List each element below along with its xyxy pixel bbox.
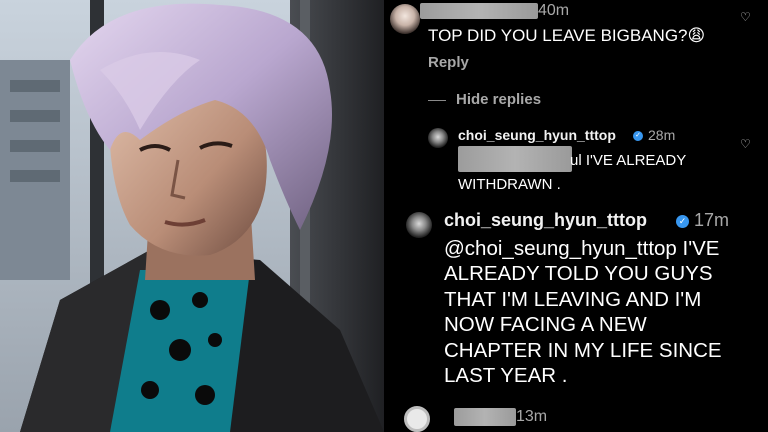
reply-text-line: ul I'VE ALREADY — [570, 152, 687, 169]
redacted-username — [420, 3, 538, 19]
verified-badge-icon: ✓ — [633, 131, 643, 141]
verified-badge-icon: ✓ — [676, 215, 689, 228]
reply-time: 17m — [694, 210, 730, 230]
reply-text-line: ALREADY TOLD YOU GUYS — [444, 262, 713, 286]
comments-panel: 40m ♡ TOP DID YOU LEAVE BIGBANG?😩 Reply … — [384, 0, 768, 432]
redacted-mention — [458, 146, 572, 172]
reply-avatar[interactable] — [428, 128, 448, 148]
reply-username[interactable]: choi_seung_hyun_tttop — [458, 127, 616, 143]
reply-time: 28m — [648, 127, 676, 143]
reply-link[interactable]: Reply — [428, 54, 469, 71]
reply-text-line: LAST YEAR . — [444, 364, 568, 388]
reply-username[interactable]: choi_seung_hyun_tttop — [444, 210, 647, 231]
comment-text: TOP DID YOU LEAVE BIGBANG?😩 — [428, 26, 706, 45]
comment-time: 13m — [516, 408, 548, 425]
commenter-avatar[interactable] — [390, 4, 420, 34]
hide-replies-button[interactable]: Hide replies — [456, 91, 541, 108]
reply-text-line: @choi_seung_hyun_tttop I'VE — [444, 237, 720, 260]
heart-icon[interactable]: ♡ — [740, 10, 751, 24]
reply-avatar[interactable] — [406, 212, 432, 238]
portrait-illustration — [0, 0, 384, 432]
reply-text-line: CHAPTER IN MY LIFE SINCE — [444, 338, 722, 362]
portrait-photo — [0, 0, 384, 432]
heart-icon[interactable]: ♡ — [740, 137, 751, 151]
comment-time: 40m — [538, 2, 570, 19]
commenter-avatar[interactable] — [404, 406, 430, 432]
hide-replies-divider — [428, 100, 446, 101]
reply-text-line: NOW FACING A NEW — [444, 313, 647, 337]
reply-text-line: WITHDRAWN . — [458, 176, 561, 193]
reply-text-line: THAT I'M LEAVING AND I'M — [444, 287, 702, 311]
redacted-username — [454, 408, 516, 426]
reply-text: @choi_seung_hyun_tttop I'VE ALREADY TOLD… — [444, 236, 764, 388]
